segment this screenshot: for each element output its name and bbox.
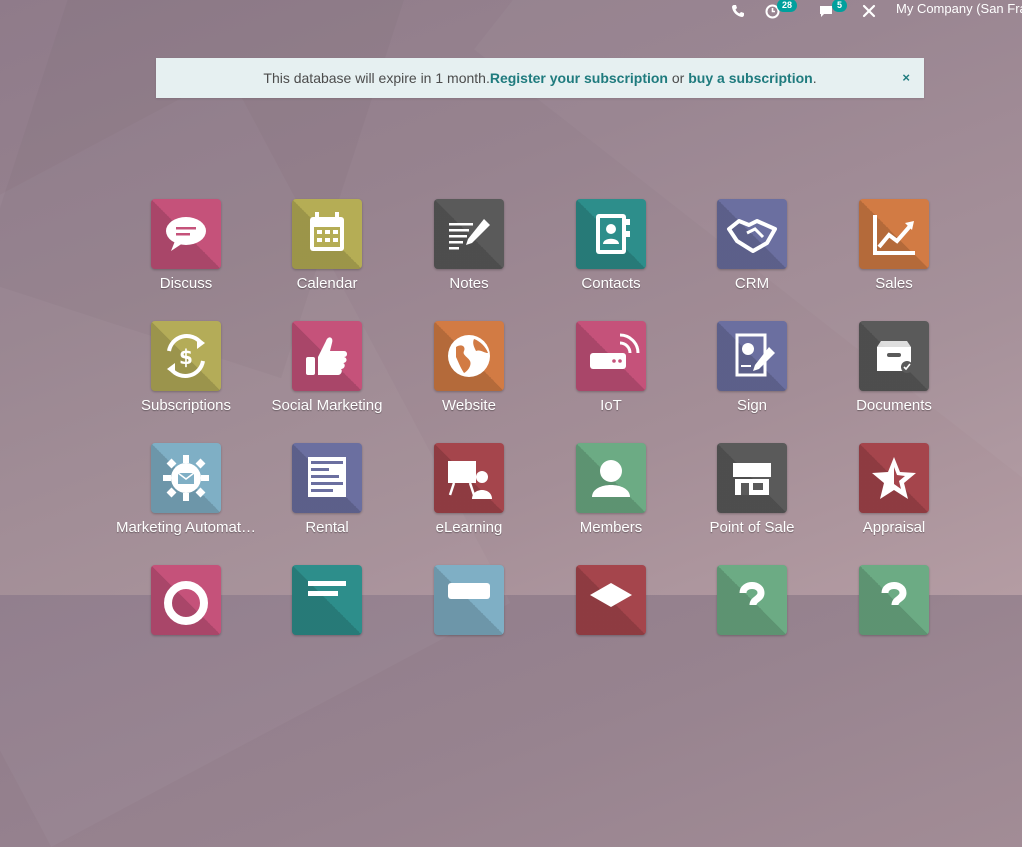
globe-icon [434, 321, 504, 391]
teacher-board-icon [434, 443, 504, 513]
app-tile[interactable]: Members [531, 443, 691, 553]
app-label: Contacts [581, 275, 641, 292]
app-label: Marketing Automat… [115, 519, 257, 536]
app-tile[interactable] [247, 565, 407, 675]
app-label: Rental [305, 519, 349, 536]
lifebuoy-icon [151, 565, 221, 635]
app-label: Sign [736, 397, 768, 414]
handshake-icon [717, 199, 787, 269]
app-label: Subscriptions [140, 397, 232, 414]
app-tile[interactable]: Sign [672, 321, 832, 431]
app-label: Discuss [159, 275, 213, 292]
app-label: CRM [734, 275, 770, 292]
app-tile[interactable]: Website [389, 321, 549, 431]
card-icon [434, 565, 504, 635]
shop-icon [717, 443, 787, 513]
help-icon [859, 565, 929, 635]
app-tile[interactable]: Contacts [531, 199, 691, 309]
user-icon [576, 443, 646, 513]
debug-tools-icon[interactable] [862, 2, 876, 20]
phone-icon[interactable] [731, 2, 745, 20]
dollar-refresh-icon: $ [151, 321, 221, 391]
messages-badge: 5 [832, 0, 848, 12]
expiration-banner: This database will expire in 1 month. Re… [156, 58, 924, 98]
app-tile[interactable]: CRM [672, 199, 832, 309]
app-tile[interactable] [814, 565, 974, 675]
app-label: Sales [875, 275, 913, 292]
chat-bubble-icon [151, 199, 221, 269]
sign-document-icon [717, 321, 787, 391]
buy-subscription-link[interactable]: buy a subscription [688, 70, 812, 86]
app-label: Appraisal [862, 519, 926, 536]
app-tile[interactable] [531, 565, 691, 675]
calendar-icon [292, 199, 362, 269]
top-navbar: 28 5 My Company (San Fra [0, 0, 1022, 22]
thumbs-up-icon [292, 321, 362, 391]
help-icon [717, 565, 787, 635]
address-book-icon [576, 199, 646, 269]
app-tile[interactable] [672, 565, 832, 675]
banner-period: . [812, 70, 817, 86]
app-tile[interactable] [106, 565, 266, 675]
gear-mail-icon [151, 443, 221, 513]
archive-box-icon [859, 321, 929, 391]
app-tile[interactable]: Point of Sale [672, 443, 832, 553]
app-label: Website [442, 397, 496, 414]
banner-or-text: or [668, 70, 689, 86]
close-banner-icon[interactable]: × [902, 70, 910, 85]
app-tile[interactable]: Marketing Automat… [106, 443, 266, 553]
line-chart-icon [859, 199, 929, 269]
iot-device-icon [576, 321, 646, 391]
star-icon [859, 443, 929, 513]
app-label: Notes [449, 275, 489, 292]
app-tile[interactable]: Documents [814, 321, 974, 431]
app-tile[interactable]: Rental [247, 443, 407, 553]
box-icon [576, 565, 646, 635]
app-tile[interactable]: Appraisal [814, 443, 974, 553]
app-label: Documents [856, 397, 932, 414]
app-label: IoT [600, 397, 622, 414]
app-label: Members [579, 519, 643, 536]
banner-text: This database will expire in 1 month. [263, 70, 490, 86]
app-tile[interactable]: Social Marketing [247, 321, 407, 431]
svg-text:$: $ [179, 345, 193, 369]
app-label: Social Marketing [271, 397, 383, 414]
rental-table-icon [292, 443, 362, 513]
register-subscription-link[interactable]: Register your subscription [490, 70, 668, 86]
app-label: Calendar [296, 275, 358, 292]
app-tile[interactable]: eLearning [389, 443, 549, 553]
notes-icon [434, 199, 504, 269]
list-icon [292, 565, 362, 635]
app-tile[interactable]: Notes [389, 199, 549, 309]
messages-icon[interactable]: 5 [818, 0, 848, 20]
app-tile[interactable]: Discuss [106, 199, 266, 309]
app-label: Point of Sale [709, 519, 795, 536]
app-tile[interactable] [389, 565, 549, 675]
company-switcher[interactable]: My Company (San Fra [896, 1, 1022, 16]
app-tile[interactable]: Calendar [247, 199, 407, 309]
activity-clock-icon[interactable]: 28 [765, 0, 798, 20]
app-tile[interactable]: Sales [814, 199, 974, 309]
app-tile[interactable]: IoT [531, 321, 691, 431]
app-tile[interactable]: $ Subscriptions [106, 321, 266, 431]
activity-badge: 28 [777, 0, 798, 12]
app-label: eLearning [435, 519, 503, 536]
